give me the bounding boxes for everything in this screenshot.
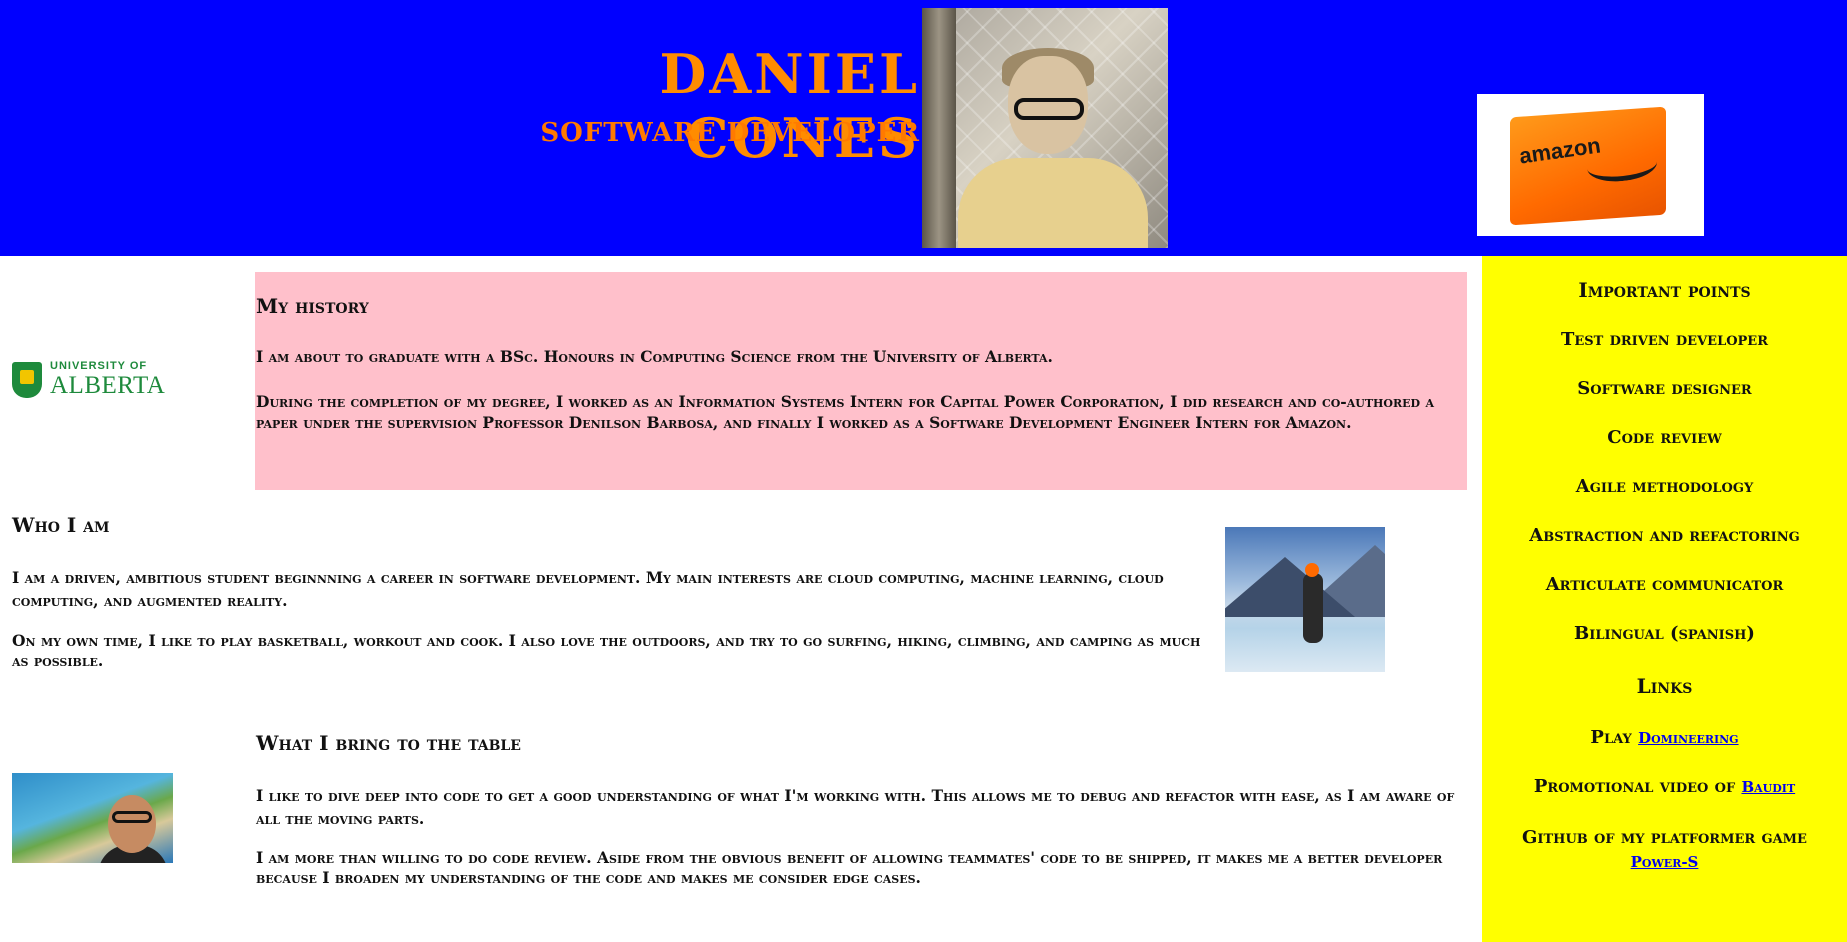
photo-skater [1303,573,1323,643]
link-domineering[interactable]: Domineering [1638,729,1738,747]
beach-selfie-photo [12,773,173,863]
link-power-s-row: Power-S [1482,851,1847,872]
portrait-glasses [1014,98,1084,120]
photo-glasses [112,811,152,823]
portrait-shirt [958,158,1148,248]
header-banner: Daniel Cones Software Developer amazon [0,0,1847,256]
link-baudit-row: Promotional video of Baudit [1482,776,1847,797]
who-paragraph-2: On my own time, I like to play basketbal… [12,631,1201,670]
portrait-photo [922,8,1168,248]
sidebar-point-communicator: Articulate communicator [1545,574,1784,595]
sidebar-point-test-driven: Test driven developer [1560,329,1769,350]
links-title: Links [1636,674,1693,698]
link-baudit-prefix: Promotional video of [1533,776,1742,797]
amazon-box-image: amazon [1477,94,1704,236]
bring-heading: What I bring to the table [256,731,521,755]
link-domineering-row: Play Domineering [1482,727,1847,748]
sidebar-point-code-review: Code review [1607,427,1722,448]
sidebar-point-bilingual: Bilingual (spanish) [1574,623,1755,644]
link-baudit[interactable]: Baudit [1741,778,1795,796]
sidebar: Important points Test driven developer S… [1482,256,1847,942]
sidebar-point-agile: Agile methodology [1575,476,1754,497]
sidebar-point-abstraction: Abstraction and refactoring [1529,525,1800,546]
page-subtitle: Software Developer [540,118,920,148]
history-paragraph-2: During the completion of my degree, I wo… [256,392,1434,432]
bring-paragraph-2: I am more than willing to do code review… [256,848,1443,887]
portrait-pillar [922,8,956,248]
who-paragraph-1: I am a driven, ambitious student beginnn… [12,568,1164,610]
sidebar-title: Important points [1578,278,1751,302]
link-power-s[interactable]: Power-S [1631,853,1699,871]
page-title: Daniel Cones [659,42,920,170]
history-section [255,272,1467,490]
sidebar-point-software-designer: Software designer [1577,378,1752,399]
university-of-alberta-logo: UNIVERSITY OF ALBERTA [12,360,176,402]
ice-skating-photo [1225,527,1385,672]
photo-face [108,795,156,853]
ua-logo-line2: ALBERTA [50,372,166,399]
who-heading: Who I am [12,513,110,537]
link-power-s-label: Github of my platformer game [1522,827,1807,848]
link-domineering-prefix: Play [1590,727,1639,748]
ua-shield-icon [12,362,42,398]
bring-paragraph-1: I like to dive deep into code to get a g… [256,786,1455,828]
photo-mountain [1225,557,1355,617]
photo-skater-head [1305,563,1319,577]
history-heading: My history [256,294,369,318]
ua-logo-line1: UNIVERSITY OF [50,360,148,372]
history-paragraph-1: I am about to graduate with a BSc. Honou… [256,347,1053,366]
